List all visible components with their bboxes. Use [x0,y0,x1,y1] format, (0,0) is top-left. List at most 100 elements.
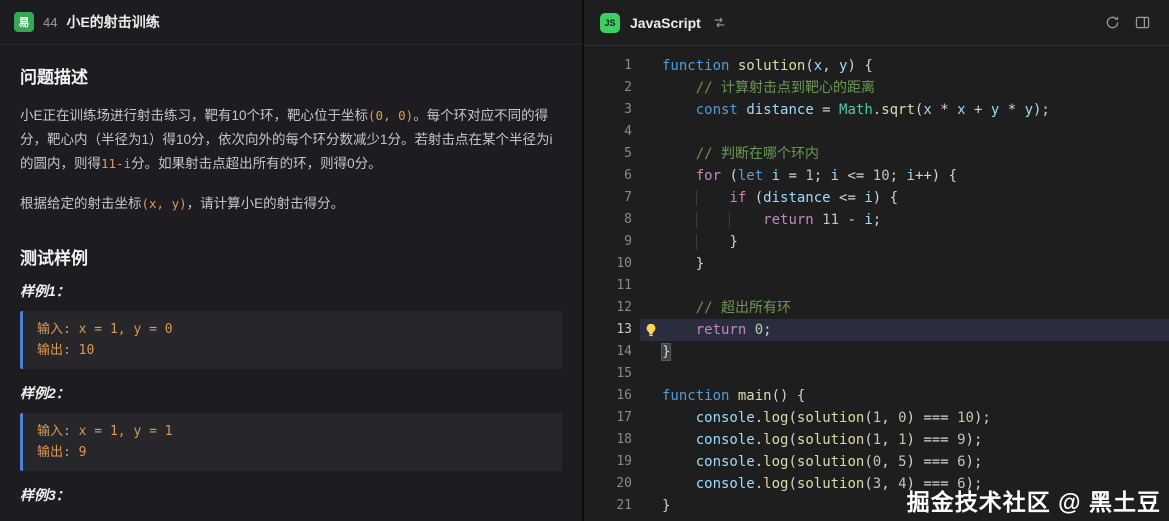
code-line[interactable]: 17 console.log(solution(1, 0) === 10); [584,407,1169,429]
line-number: 15 [584,363,640,385]
code-line[interactable]: 10 } [584,253,1169,275]
code-line[interactable]: 12 // 超出所有环 [584,297,1169,319]
code-line[interactable]: 9 } [584,231,1169,253]
code-line[interactable]: 5 // 判断在哪个环内 [584,143,1169,165]
code-token: 5 [898,454,906,470]
refresh-icon[interactable] [1101,12,1123,34]
problem-header: 易 44 小E的射击训练 [0,0,582,45]
indent-guides [662,212,763,228]
code-token: log [763,410,788,426]
code-token: log [763,432,788,448]
code-text: } [662,341,670,363]
code-line[interactable]: 14} [584,341,1169,363]
code-token: log [763,454,788,470]
code-token: console [696,454,755,470]
code-line[interactable]: 8 return 11 - i; [584,209,1169,231]
line-number: 16 [584,385,640,407]
code-text: console.log(solution(1, 0) === 10); [662,407,991,429]
code-token: <= [831,190,865,206]
code-text: } [662,495,670,517]
code-token: function [662,58,729,74]
code-token: solution [797,410,864,426]
javascript-icon: JS [600,13,620,33]
code-text: if (distance <= i) { [662,187,898,209]
indent-guides [662,234,729,250]
problem-title: 小E的射击训练 [66,12,159,32]
code-token: 1 [873,432,881,448]
code-token: . [755,476,763,492]
code-row-body: // 判断在哪个环内 [640,143,1169,165]
decoration-margin [640,99,662,121]
problem-panel: 易 44 小E的射击训练 问题描述 小E正在训练场进行射击练习，靶有10个环，靶… [0,0,584,521]
code-token: solution [797,454,864,470]
code-line[interactable]: 1function solution(x, y) { [584,55,1169,77]
code-token: 1 [898,432,906,448]
code-line[interactable]: 18 console.log(solution(1, 1) === 9); [584,429,1169,451]
code-line[interactable]: 15 [584,363,1169,385]
indent-guides [662,168,696,184]
description-heading: 问题描述 [20,63,562,88]
code-token: ( [864,454,872,470]
indent-chunk [662,476,696,492]
indent-guides [662,322,696,338]
code-token: ); [1033,102,1050,118]
line-number: 19 [584,451,640,473]
editor-panel: JS JavaScript 1function solution(x, y) {… [584,0,1169,521]
line-number: 3 [584,99,640,121]
app-root: 易 44 小E的射击训练 问题描述 小E正在训练场进行射击练习，靶有10个环，靶… [0,0,1169,521]
code-token: 1 [873,410,881,426]
code-line[interactable]: 2 // 计算射击点到靶心的距离 [584,77,1169,99]
code-token: distance [763,190,830,206]
decoration-margin [640,187,662,209]
code-token: ) === [907,410,958,426]
code-row-body: } [640,341,1169,363]
indent-chunk [696,234,730,250]
code-line[interactable]: 3 const distance = Math.sqrt(x * x + y *… [584,99,1169,121]
indent-guides [662,410,696,426]
panel-toggle-icon[interactable] [1131,12,1153,34]
inline-code: (0, 0) [368,108,413,123]
language-selector[interactable]: JavaScript [630,15,701,31]
code-token: const [696,102,738,118]
code-token: Math [839,102,873,118]
indent-guides [662,454,696,470]
code-editor[interactable]: 1function solution(x, y) {2 // 计算射击点到靶心的… [584,46,1169,521]
code-token: solution [797,432,864,448]
code-token: ( [864,410,872,426]
code-token: x [923,102,931,118]
sample-label: 样例2： [20,383,562,403]
code-token: ) === [907,432,958,448]
decoration-margin [640,407,662,429]
code-token: ( [864,476,872,492]
code-line[interactable]: 19 console.log(solution(0, 5) === 6); [584,451,1169,473]
indent-guides [662,432,696,448]
code-token: ( [788,454,796,470]
indent-chunk [662,322,696,338]
line-number: 11 [584,275,640,297]
indent-chunk [662,234,696,250]
code-line[interactable]: 7 if (distance <= i) { [584,187,1169,209]
code-row-body: // 超出所有环 [640,297,1169,319]
text-run: 根据给定的射击坐标 [20,196,142,211]
code-token: , [822,58,839,74]
code-token: // 超出所有环 [696,300,791,316]
code-line[interactable]: 6 for (let i = 1; i <= 10; i++) { [584,165,1169,187]
line-number: 9 [584,231,640,253]
code-token: * [999,102,1024,118]
language-switch-icon[interactable] [709,12,731,34]
decoration-margin [640,341,662,363]
code-token: y [991,102,999,118]
code-line[interactable]: 13 return 0; [584,319,1169,341]
code-text: function solution(x, y) { [662,55,873,77]
code-line[interactable]: 11 [584,275,1169,297]
code-line[interactable]: 4 [584,121,1169,143]
code-text: return 0; [662,319,772,341]
code-token: solution [738,58,805,74]
code-line[interactable]: 16 function main() { [584,385,1169,407]
lightbulb-icon[interactable] [640,319,662,341]
code-text: function main() { [662,385,805,407]
decoration-margin [640,77,662,99]
code-token: y [1025,102,1033,118]
line-number: 20 [584,473,640,495]
code-token: ) === [907,454,958,470]
